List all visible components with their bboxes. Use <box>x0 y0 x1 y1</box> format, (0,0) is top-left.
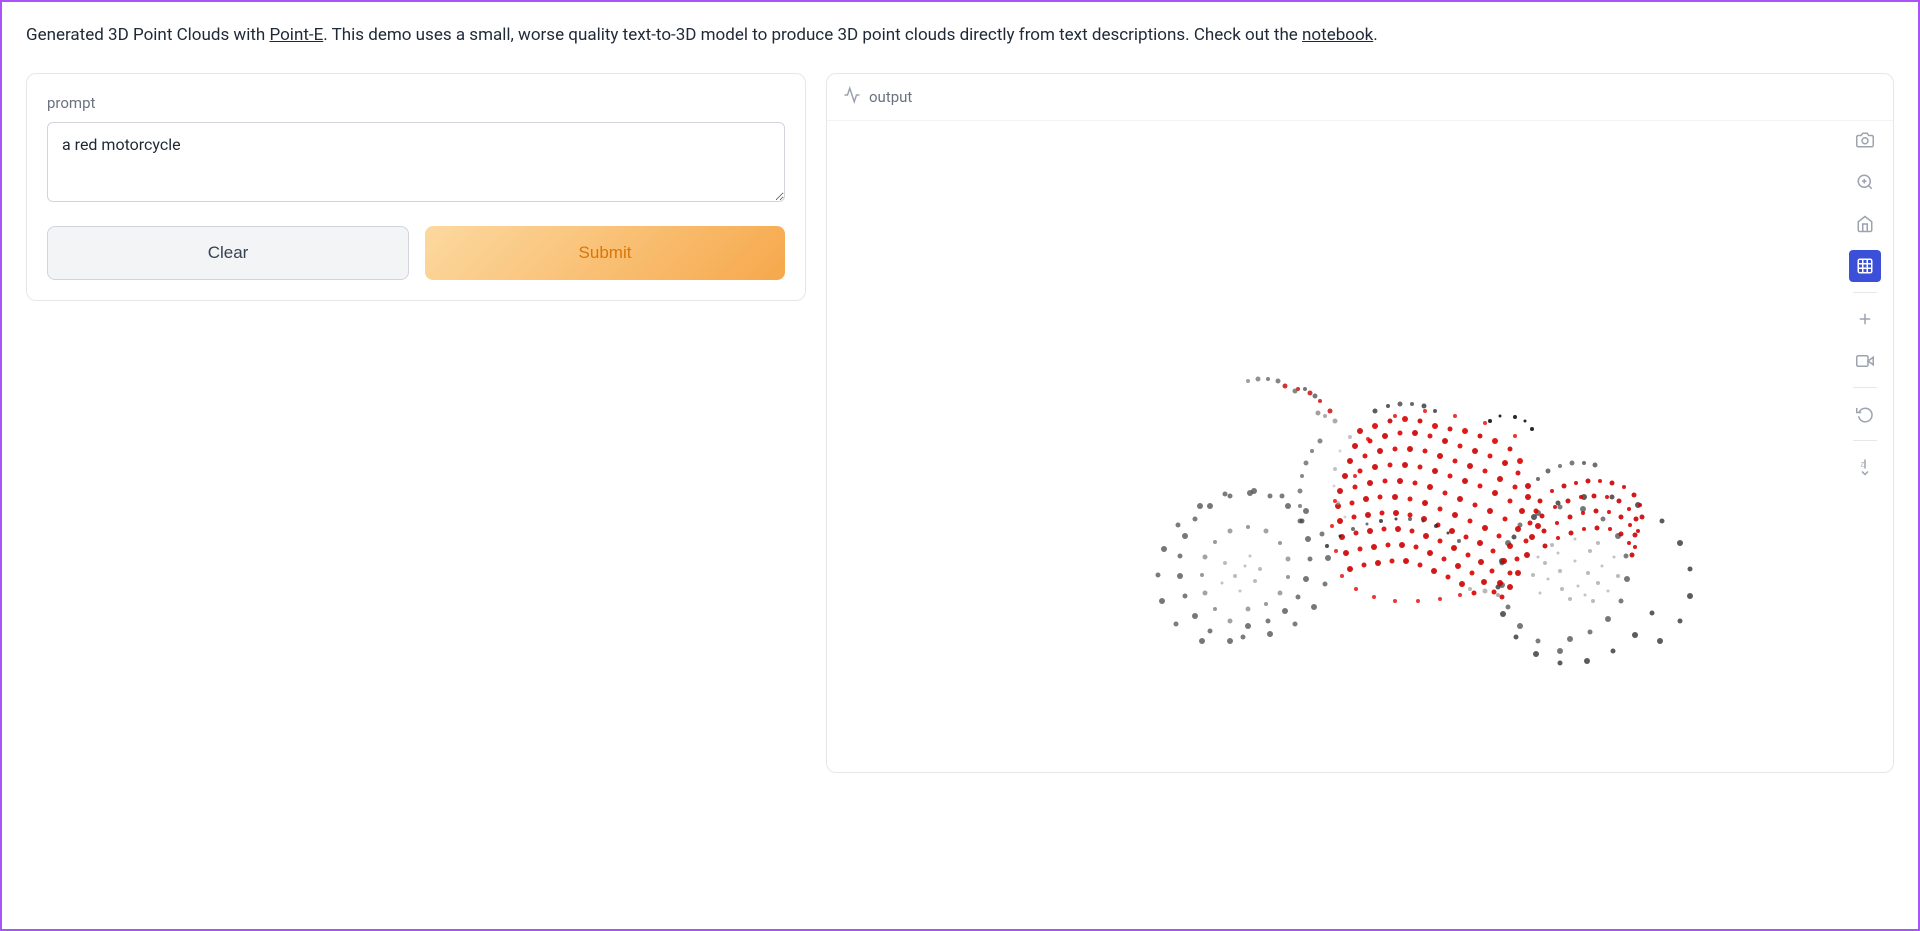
prompt-textarea[interactable]: a red motorcycle <box>47 122 785 202</box>
description-text: Generated 3D Point Clouds with Point-E. … <box>26 22 1426 49</box>
right-panel: output <box>826 73 1894 773</box>
submit-button[interactable]: Submit <box>425 226 785 280</box>
point-e-link[interactable]: Point-E <box>270 25 324 45</box>
canvas-area[interactable] <box>827 121 1893 761</box>
point-cloud-visualization <box>827 121 1893 761</box>
left-wheel <box>1156 488 1332 644</box>
output-header: output <box>827 74 1893 121</box>
prompt-label: prompt <box>47 94 785 112</box>
right-wheel <box>1496 494 1694 666</box>
notebook-link[interactable]: notebook <box>1302 25 1373 45</box>
button-row: Clear Submit <box>47 226 785 280</box>
main-layout: prompt a red motorcycle Clear Submit out… <box>26 73 1894 773</box>
output-label: output <box>869 88 912 106</box>
output-chart-icon <box>843 86 861 108</box>
motorcycle-body-red <box>1330 409 1645 603</box>
clear-button[interactable]: Clear <box>47 226 409 280</box>
handlebars <box>1246 377 1338 524</box>
left-panel: prompt a red motorcycle Clear Submit <box>26 73 806 301</box>
seat-area <box>1373 402 1598 598</box>
